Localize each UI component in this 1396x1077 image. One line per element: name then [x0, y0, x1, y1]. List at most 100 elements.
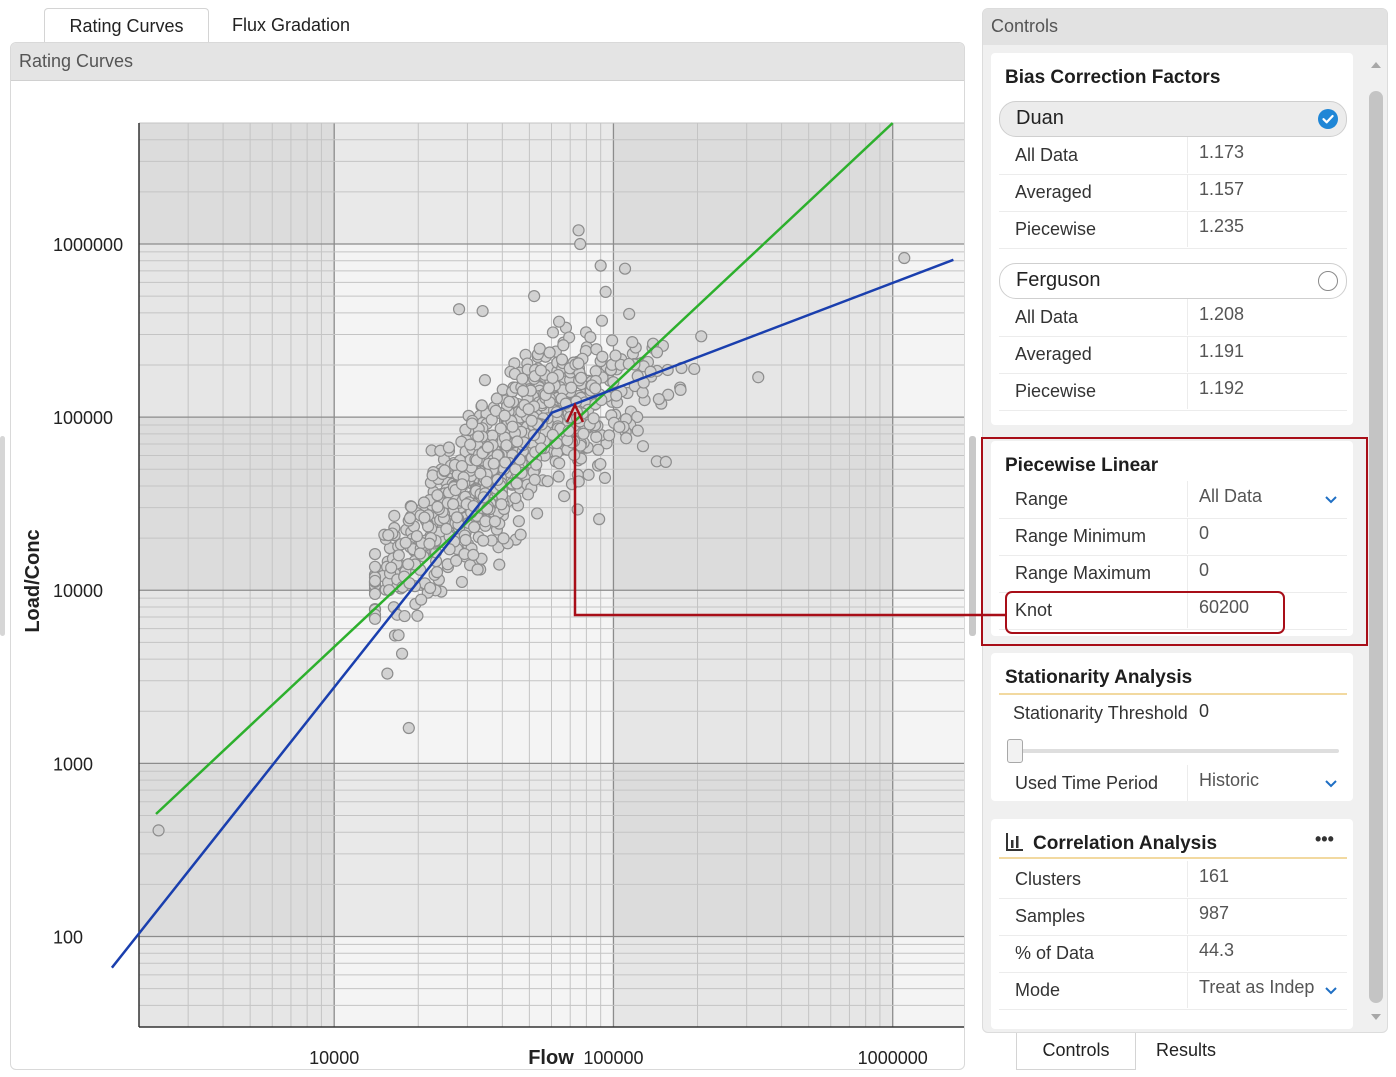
row-value: 1.173 — [1199, 142, 1245, 162]
section-underline — [999, 693, 1347, 695]
used-time-period-row[interactable]: Used Time Period Historic — [999, 765, 1347, 802]
data-point — [497, 532, 510, 545]
ferguson-option[interactable]: Ferguson — [999, 263, 1347, 299]
duan-averaged-row: Averaged 1.157 — [999, 174, 1347, 212]
data-point — [592, 443, 605, 456]
mode-row[interactable]: Mode Treat as Indep — [999, 972, 1347, 1010]
data-point — [593, 513, 606, 526]
tab-flux-gradation[interactable]: Flux Gradation — [216, 8, 366, 42]
data-point — [481, 441, 495, 454]
data-point — [468, 521, 481, 534]
data-point — [512, 515, 525, 528]
data-point — [488, 515, 502, 528]
threshold-slider-track[interactable] — [1013, 749, 1339, 753]
data-point — [572, 475, 585, 488]
y-tick-label: 100000 — [53, 408, 113, 428]
data-point — [500, 439, 513, 452]
tab-rating-curves[interactable]: Rating Curves — [44, 8, 209, 43]
row-label: Averaged — [1015, 182, 1092, 202]
percent-of-data-row: % of Data 44.3 — [999, 935, 1347, 973]
data-point — [450, 511, 464, 524]
ferguson-averaged-row: Averaged 1.191 — [999, 336, 1347, 374]
data-point — [467, 548, 480, 562]
y-tick-label: 1000 — [53, 754, 93, 774]
data-point — [543, 346, 556, 359]
chevron-down-icon[interactable] — [1321, 980, 1341, 1000]
data-point — [584, 331, 597, 344]
data-point — [438, 464, 451, 477]
scroll-up-icon[interactable] — [1369, 59, 1383, 71]
data-point — [557, 339, 570, 352]
scroll-down-icon[interactable] — [1369, 1011, 1383, 1023]
mode-select[interactable]: Treat as Indep — [1199, 977, 1319, 998]
x-tick-label: 1000000 — [858, 1048, 928, 1068]
data-point — [552, 315, 566, 328]
row-label: % of Data — [1015, 943, 1095, 963]
data-point — [522, 403, 535, 416]
data-point — [626, 336, 639, 349]
data-point — [542, 382, 556, 395]
data-point — [385, 561, 398, 574]
data-point — [392, 549, 405, 562]
data-point — [503, 395, 516, 408]
tab-controls[interactable]: Controls — [1016, 1033, 1136, 1070]
time-period-select[interactable]: Historic — [1199, 770, 1317, 791]
row-value: 1.191 — [1199, 341, 1245, 361]
stationarity-threshold-value: 0 — [1199, 701, 1210, 721]
data-point — [511, 435, 524, 448]
controls-title: Controls — [991, 16, 1059, 36]
threshold-slider-handle[interactable] — [1007, 739, 1023, 763]
left-edge-handle[interactable] — [0, 436, 5, 636]
data-point — [659, 455, 672, 469]
duan-option[interactable]: Duan — [999, 101, 1347, 137]
rating-curve-chart[interactable]: 10000 100000 1000000 100 1000 10000 100000 1000… — [11, 81, 965, 1070]
tab-results[interactable]: Results — [1136, 1033, 1236, 1069]
data-point — [402, 721, 415, 735]
panel-splitter[interactable] — [969, 436, 976, 636]
data-point — [620, 432, 633, 445]
data-point — [596, 350, 609, 363]
y-axis-label: Load/Conc — [22, 529, 44, 632]
row-value: 987 — [1199, 903, 1230, 923]
ferguson-piecewise-row: Piecewise 1.192 — [999, 373, 1347, 411]
data-point — [152, 824, 165, 837]
data-point — [392, 629, 405, 642]
data-point — [442, 441, 456, 454]
data-point — [478, 374, 492, 387]
data-point — [423, 537, 436, 550]
controls-header: Controls — [983, 9, 1387, 45]
controls-scrollbar[interactable] — [1367, 57, 1385, 1027]
data-point — [452, 303, 466, 316]
chevron-down-icon[interactable] — [1321, 773, 1341, 793]
samples-row: Samples 987 — [999, 898, 1347, 936]
more-options-icon[interactable]: ••• — [1315, 829, 1334, 850]
data-point — [525, 414, 538, 427]
row-label: Mode — [1015, 980, 1061, 1000]
duan-all-data-row: All Data 1.173 — [999, 137, 1347, 175]
data-point — [455, 575, 469, 589]
stationarity-threshold-label: Stationarity Threshold — [1013, 703, 1188, 723]
stationarity-card: Stationarity Analysis Stationarity Thres… — [991, 653, 1353, 801]
data-point — [587, 412, 600, 425]
data-point — [476, 304, 489, 318]
stationarity-title: Stationarity Analysis — [1005, 667, 1193, 688]
data-point — [606, 334, 619, 347]
row-label: Clusters — [1015, 869, 1082, 889]
data-point — [495, 498, 508, 511]
row-value: 44.3 — [1199, 940, 1235, 960]
data-point — [405, 500, 418, 513]
data-point — [424, 581, 437, 595]
data-point — [631, 424, 644, 437]
row-value: 161 — [1199, 866, 1230, 886]
scroll-thumb[interactable] — [1369, 91, 1383, 1003]
data-point — [546, 326, 560, 339]
data-point — [595, 314, 609, 327]
data-point — [514, 528, 527, 541]
data-point — [618, 262, 632, 275]
data-point — [455, 459, 469, 473]
data-point — [602, 429, 616, 442]
data-point — [431, 489, 444, 502]
data-point — [574, 371, 588, 384]
data-point — [431, 500, 444, 513]
data-point — [565, 381, 578, 394]
